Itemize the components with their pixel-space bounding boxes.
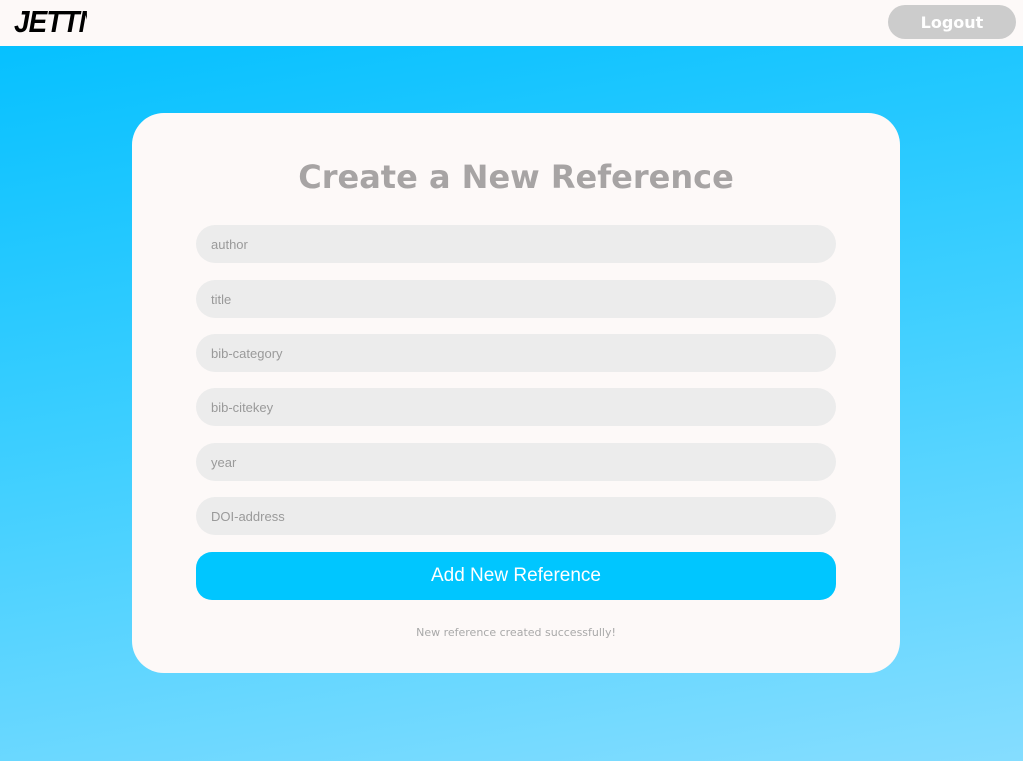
author-input[interactable] [196,225,836,263]
logo: JETTN [14,4,87,39]
title-input[interactable] [196,280,836,318]
top-bar: JETTN Logout [0,0,1023,46]
bib-category-input[interactable] [196,334,836,372]
add-reference-button[interactable]: Add New Reference [196,552,836,600]
logout-button[interactable]: Logout [888,5,1016,39]
page-title: Create a New Reference [298,158,734,196]
bib-citekey-input[interactable] [196,388,836,426]
status-message: New reference created successfully! [416,626,616,639]
doi-address-input[interactable] [196,497,836,535]
year-input[interactable] [196,443,836,481]
reference-form-card: Create a New Reference Add New Reference… [132,113,900,673]
